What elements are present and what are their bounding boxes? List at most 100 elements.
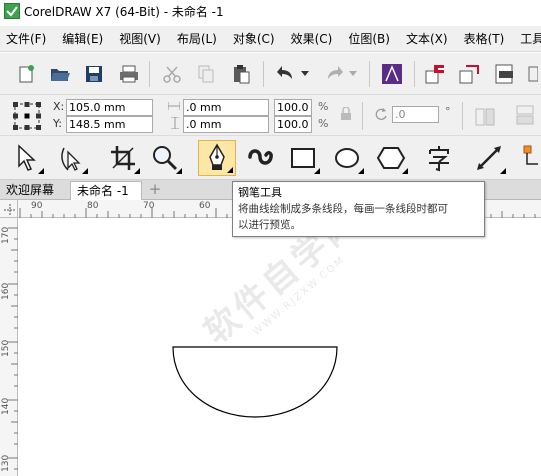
menu-object[interactable]: 对象(C) (225, 26, 283, 52)
chevron-down-icon (349, 71, 357, 76)
open-button[interactable] (48, 62, 72, 86)
flyout-indicator (176, 168, 182, 174)
ruler-origin-icon (4, 204, 16, 216)
degree-label: ° (445, 105, 451, 118)
crop-tool[interactable] (104, 140, 142, 176)
x-label: X: (53, 100, 65, 113)
property-bar: X: 105.0 mm Y: 148.5 mm .0 mm .0 mm 100.… (0, 95, 541, 136)
rectangle-tool[interactable] (284, 140, 322, 176)
ellipse-tool[interactable] (328, 140, 366, 176)
text-icon (429, 146, 449, 172)
publish-pdf-button[interactable] (493, 62, 517, 86)
menu-view[interactable]: 视图(V) (111, 26, 169, 52)
connector-tool[interactable] (514, 140, 541, 176)
zoom-tool[interactable] (146, 140, 184, 176)
canvas-drawing (172, 346, 338, 418)
save-button[interactable] (82, 62, 106, 86)
tooltip-title: 钢笔工具 (238, 186, 282, 199)
artistic-media-tool[interactable] (242, 140, 280, 176)
standard-toolbar (0, 53, 541, 95)
flyout-indicator (134, 168, 140, 174)
tab-welcome-screen[interactable]: 欢迎屏幕 (0, 181, 68, 200)
ruler-label: 150 (1, 339, 11, 357)
print-button[interactable] (117, 62, 141, 86)
connector-icon (523, 145, 538, 165)
search-content-button[interactable] (380, 62, 404, 86)
import-button[interactable] (424, 62, 448, 86)
redo-icon (328, 66, 343, 79)
height-icon (171, 117, 179, 129)
folder-open-icon (51, 69, 70, 81)
menu-text[interactable]: 文本(X) (398, 26, 456, 52)
menu-bitmaps[interactable]: 位图(B) (340, 26, 398, 52)
text-tool[interactable] (420, 140, 458, 176)
undo-dropdown[interactable] (298, 62, 312, 86)
redo-dropdown[interactable] (346, 62, 360, 86)
reference-point-icon (13, 102, 41, 130)
artistic-media-icon (248, 149, 273, 165)
y-position-field[interactable]: 148.5 mm (66, 116, 153, 133)
vertical-ruler[interactable]: 170 160 150 140 130 (0, 218, 18, 476)
ruler-label: 80 (87, 201, 99, 211)
undo-icon (277, 66, 292, 79)
paste-icon (234, 65, 250, 84)
coreldraw-app-icon (4, 3, 20, 19)
rotate-icon (375, 108, 387, 120)
export-button[interactable] (458, 62, 482, 86)
menu-effects[interactable]: 效果(C) (283, 26, 341, 52)
copy-icon (198, 65, 214, 83)
scale-x-field[interactable]: 100.0 (274, 99, 312, 116)
toolbar-separator (414, 61, 415, 87)
shape-tool[interactable] (52, 140, 90, 176)
angle-field[interactable]: .0 (392, 106, 439, 123)
drawing-canvas[interactable] (19, 219, 541, 476)
toolbar-separator (149, 61, 150, 87)
menu-file[interactable]: 文件(F) (0, 26, 54, 52)
x-position-field[interactable]: 105.0 mm (66, 99, 153, 116)
ruler-label: 140 (1, 397, 11, 415)
percent-label: % (318, 117, 329, 130)
dimension-tool[interactable] (470, 140, 508, 176)
mirror-vertical-button[interactable] (512, 103, 538, 129)
add-tab-button[interactable]: + (146, 181, 164, 200)
flyout-indicator (358, 168, 364, 174)
shape-node-icon (61, 147, 81, 171)
crop-icon (111, 146, 135, 170)
menu-edit[interactable]: 编辑(E) (54, 26, 111, 52)
pen-tool-tooltip: 钢笔工具 将曲线绘制成多条线段，每画一条线段时都可 以进行预览。 (232, 181, 485, 237)
lock-ratio-icon[interactable] (340, 107, 352, 121)
parallel-dimension-icon (477, 146, 501, 170)
half-circle-shape (172, 346, 338, 418)
arrow-pointer-icon (18, 144, 36, 171)
toolbar-more-button[interactable] (525, 62, 541, 86)
menu-tools[interactable]: 工具 (512, 26, 541, 52)
cut-button[interactable] (160, 62, 184, 86)
tab-document[interactable]: 未命名 -1 (70, 181, 142, 200)
width-field[interactable]: .0 mm (183, 99, 269, 116)
undo-button[interactable] (274, 62, 298, 86)
menu-layout[interactable]: 布局(L) (169, 26, 225, 52)
menu-table[interactable]: 表格(T) (456, 26, 513, 52)
polygon-tool[interactable] (372, 140, 410, 176)
ruler-label: 70 (143, 201, 155, 211)
new-document-button[interactable] (14, 62, 38, 86)
width-icon (168, 102, 180, 110)
tooltip-description-line2: 以进行预览。 (238, 219, 301, 231)
height-field[interactable]: .0 mm (183, 116, 269, 133)
copy-button[interactable] (194, 62, 218, 86)
pen-tool[interactable] (198, 140, 236, 176)
scale-y-field[interactable]: 100.0 (274, 116, 312, 133)
rectangle-icon (291, 148, 315, 168)
paste-button[interactable] (229, 62, 253, 86)
tooltip-description-line1: 将曲线绘制成多条线段，每画一条线段时都可 (238, 203, 448, 215)
object-origin-button[interactable] (12, 101, 42, 131)
pdf-icon (495, 64, 513, 84)
pick-tool[interactable] (8, 140, 46, 176)
redo-button[interactable] (322, 62, 346, 86)
ruler-origin[interactable] (0, 200, 18, 218)
flyout-indicator (402, 168, 408, 174)
mirror-horizontal-button[interactable] (472, 103, 498, 129)
y-label: Y: (53, 117, 62, 130)
toolbox (0, 136, 541, 180)
scissors-icon (163, 66, 181, 83)
